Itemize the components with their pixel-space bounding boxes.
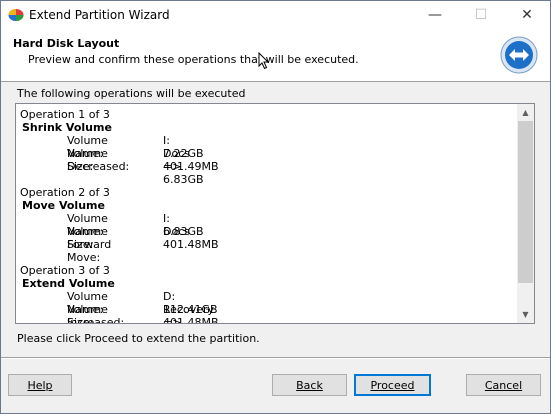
operation-row: Increased: 401.48MB — [20, 316, 219, 323]
vertical-scrollbar[interactable]: ▲ ▼ — [517, 104, 534, 323]
operation-heading: Operation 3 of 3 — [20, 264, 110, 277]
page-title: Hard Disk Layout — [13, 37, 120, 50]
operations-list-label: The following operations will be execute… — [17, 87, 246, 100]
row-value: 401.48MB — [163, 316, 219, 324]
operation-row: Volume Size:112.41GB => 112.81GB — [20, 303, 218, 323]
operation-block: Operation 3 of 3 Extend Volume Volume Na… — [20, 264, 219, 323]
operation-name: Shrink Volume — [22, 121, 112, 134]
row-value: 401.48MB — [163, 238, 219, 251]
proceed-button[interactable]: Proceed — [354, 374, 431, 396]
operation-row: Volume Size: 7.22GB => 6.83GB — [20, 147, 204, 186]
divider — [1, 357, 550, 359]
row-value: 401.49MB — [163, 160, 219, 173]
operation-row: Forward Move: 401.48MB — [20, 238, 219, 264]
mouse-cursor-icon — [258, 52, 270, 70]
row-key: Decreased: — [67, 160, 130, 173]
back-forward-arrows-icon — [500, 36, 538, 74]
row-key: Forward Move: — [67, 238, 112, 264]
maximize-button[interactable]: ☐ — [458, 1, 504, 29]
scroll-down-arrow-icon[interactable]: ▼ — [517, 306, 534, 323]
instruction-text: Please click Proceed to extend the parti… — [17, 332, 260, 345]
operation-block: Operation 1 of 3 Shrink Volume Volume Na… — [20, 108, 219, 186]
scrollbar-thumb[interactable] — [518, 121, 533, 283]
title-bar: Extend Partition Wizard — ☐ ✕ — [1, 1, 550, 29]
operations-list[interactable]: Operation 1 of 3 Shrink Volume Volume Na… — [15, 103, 535, 324]
back-button[interactable]: Back — [272, 374, 347, 396]
wizard-header: Hard Disk Layout Preview and confirm the… — [1, 29, 550, 82]
operation-name: Extend Volume — [22, 277, 115, 290]
app-logo-icon — [8, 9, 24, 21]
operation-block: Operation 2 of 3 Move Volume Volume Name… — [20, 186, 219, 264]
operation-row: Volume Name: I: Docs — [20, 134, 190, 160]
operation-name: Move Volume — [22, 199, 105, 212]
cancel-button[interactable]: Cancel — [466, 374, 541, 396]
page-subtitle: Preview and confirm these operations tha… — [28, 53, 359, 66]
operations-list-content: Operation 1 of 3 Shrink Volume Volume Na… — [16, 104, 517, 323]
operation-row: Volume Name: D: Recovery — [20, 290, 214, 316]
close-button[interactable]: ✕ — [504, 1, 550, 29]
row-value: 6.83GB — [163, 225, 204, 238]
operation-row: Decreased: 401.49MB — [20, 160, 219, 173]
help-button[interactable]: Help — [8, 374, 72, 396]
minimize-button[interactable]: — — [412, 1, 458, 29]
operation-heading: Operation 1 of 3 — [20, 108, 110, 121]
row-key: Increased: — [67, 316, 125, 324]
operation-heading: Operation 2 of 3 — [20, 186, 110, 199]
operation-row: Volume Name: I: Docs — [20, 212, 190, 238]
window-title: Extend Partition Wizard — [29, 8, 170, 22]
scroll-up-arrow-icon[interactable]: ▲ — [517, 104, 534, 121]
wizard-window: Extend Partition Wizard — ☐ ✕ Hard Disk … — [0, 0, 551, 414]
operation-row: Volume Size: 6.83GB — [20, 225, 204, 251]
